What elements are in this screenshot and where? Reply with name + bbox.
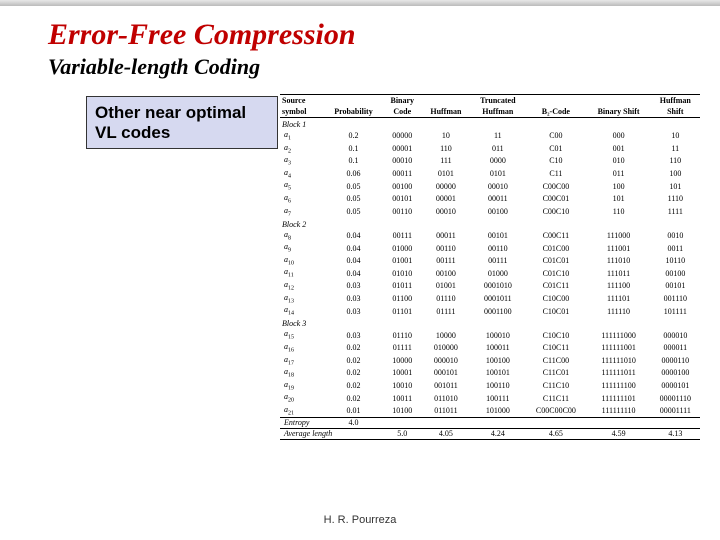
codes-table: SourceBinaryTruncatedHuffmansymbolProbab… <box>280 94 700 440</box>
slide-subtitle: Variable-length Coding <box>48 54 720 80</box>
footer-author: H. R. Pourreza <box>0 514 720 526</box>
callout-box: Other near optimal VL codes <box>86 96 278 149</box>
slide-title: Error-Free Compression <box>48 18 720 52</box>
